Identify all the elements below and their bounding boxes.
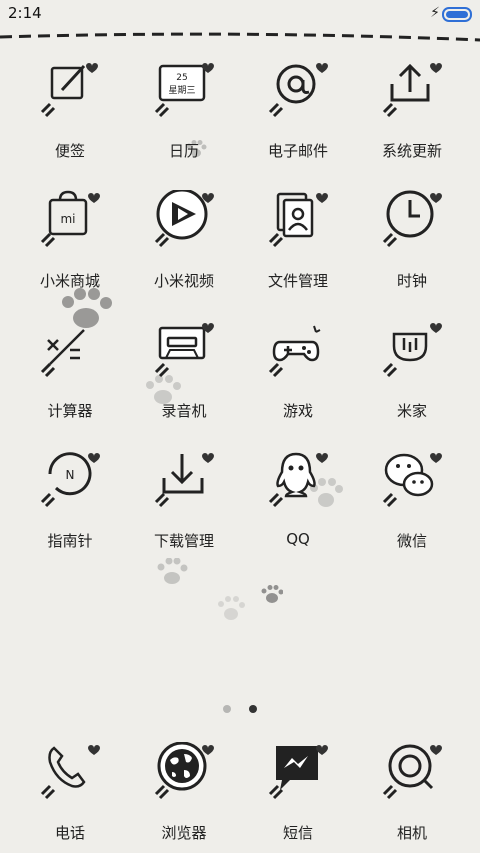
app-label: 文件管理 — [267, 272, 328, 290]
page-dot-2[interactable] — [248, 705, 257, 713]
clock-icon — [382, 190, 442, 248]
app-mi-video[interactable]: 小米视频 — [128, 190, 240, 300]
email-at-icon — [268, 63, 328, 118]
calculator-icon — [40, 329, 85, 378]
app-download-manager[interactable]: 下载管理 — [128, 450, 240, 560]
system-update-icon — [382, 63, 442, 118]
app-browser[interactable]: 浏览器 — [128, 742, 240, 852]
phone-icon — [40, 745, 100, 800]
app-label: 电话 — [54, 824, 85, 842]
paw-print-icon — [157, 558, 188, 584]
app-system-update[interactable]: 系统更新 — [356, 60, 468, 170]
download-icon — [154, 453, 214, 508]
browser-globe-icon — [154, 742, 214, 800]
gamepad-icon — [268, 325, 321, 378]
app-label: 时钟 — [396, 272, 427, 290]
app-messages[interactable]: 短信 — [242, 742, 354, 852]
calendar-weekday: 星期三 — [168, 85, 195, 96]
app-label: 录音机 — [161, 402, 207, 420]
file-manager-icon — [268, 192, 328, 248]
app-label: 相机 — [396, 824, 427, 842]
qq-penguin-icon — [268, 452, 328, 508]
app-calendar[interactable]: 25 星期三 日历 — [128, 60, 240, 170]
app-label: 便签 — [54, 142, 85, 160]
app-wechat[interactable]: 微信 — [356, 450, 468, 560]
app-phone[interactable]: 电话 — [14, 742, 126, 852]
page-indicator[interactable] — [0, 698, 480, 713]
app-label: 指南针 — [47, 532, 93, 550]
app-clock[interactable]: 时钟 — [356, 190, 468, 300]
app-label: 小米商城 — [39, 272, 100, 290]
cassette-recorder-icon — [154, 323, 214, 378]
app-label: QQ — [286, 530, 310, 548]
app-games[interactable]: 游戏 — [242, 320, 354, 430]
camera-icon — [382, 744, 442, 800]
notes-icon — [40, 63, 98, 118]
app-label: 下载管理 — [153, 532, 214, 550]
app-label: 游戏 — [282, 402, 313, 420]
app-compass[interactable]: N 指南针 — [14, 450, 126, 560]
calendar-icon: 25 星期三 — [154, 63, 214, 118]
mi-badge: mi — [60, 212, 75, 226]
app-recorder[interactable]: 录音机 — [128, 320, 240, 430]
app-mijia[interactable]: 米家 — [356, 320, 468, 430]
app-label: 短信 — [282, 824, 313, 842]
app-camera[interactable]: 相机 — [356, 742, 468, 852]
app-mi-store[interactable]: mi 小米商城 — [14, 190, 126, 300]
app-label: 系统更新 — [381, 142, 442, 160]
app-label: 浏览器 — [161, 824, 207, 842]
messages-icon — [268, 745, 328, 800]
mijia-icon — [382, 323, 442, 378]
app-file-manager[interactable]: 文件管理 — [242, 190, 354, 300]
compass-letter: N — [66, 468, 75, 482]
app-qq[interactable]: QQ — [242, 450, 354, 560]
app-label: 计算器 — [47, 402, 93, 420]
app-label: 电子邮件 — [267, 142, 328, 160]
calendar-date-number: 25 — [176, 73, 187, 83]
mi-store-bag-icon: mi — [40, 190, 100, 248]
paw-print-icon — [261, 585, 283, 603]
paw-print-icon — [218, 596, 245, 620]
wechat-icon — [382, 453, 442, 508]
app-label: 日历 — [168, 142, 199, 160]
page-dot-1[interactable] — [223, 705, 232, 713]
app-calculator[interactable]: 计算器 — [14, 320, 126, 430]
app-label: 微信 — [396, 532, 427, 550]
compass-icon: N — [40, 452, 100, 508]
app-email[interactable]: 电子邮件 — [242, 60, 354, 170]
app-notes[interactable]: 便签 — [14, 60, 126, 170]
video-play-icon — [154, 190, 214, 248]
app-label: 小米视频 — [153, 272, 214, 290]
dashed-divider — [0, 32, 480, 42]
app-label: 米家 — [396, 402, 427, 420]
